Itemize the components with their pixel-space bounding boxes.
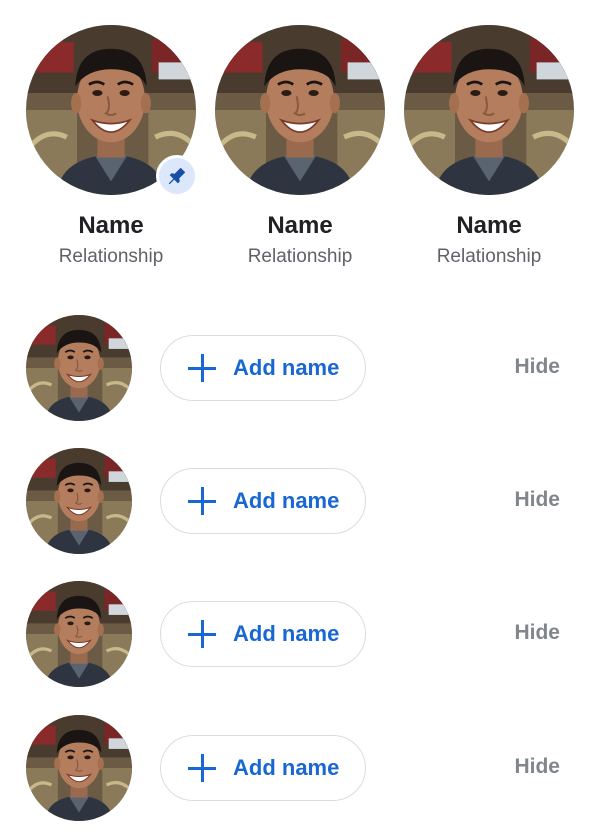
hide-button[interactable]: Hide	[514, 755, 560, 779]
featured-person-2[interactable]: Name Relationship	[205, 25, 395, 269]
pin-badge[interactable]	[156, 155, 198, 197]
add-name-button[interactable]: Add name	[160, 468, 366, 534]
add-name-button[interactable]: Add name	[160, 601, 366, 667]
pin-icon	[168, 167, 186, 185]
featured-people: Name Relationship Name Relationship Name…	[0, 25, 600, 285]
avatar-photo	[404, 25, 574, 195]
avatar-photo	[215, 25, 385, 195]
avatar[interactable]	[26, 315, 132, 421]
person-name: Name	[267, 212, 333, 239]
person-relationship: Relationship	[436, 246, 542, 267]
add-name-label: Add name	[233, 355, 340, 380]
avatar-photo	[26, 448, 132, 554]
list-item: Add name Hide	[0, 313, 600, 423]
add-name-label: Add name	[233, 488, 340, 513]
hide-button[interactable]: Hide	[514, 621, 560, 645]
plus-icon	[187, 619, 217, 649]
person-name: Name	[78, 212, 144, 239]
avatar[interactable]	[26, 25, 198, 197]
contacts-page: Name Relationship Name Relationship Name…	[0, 0, 600, 835]
avatar[interactable]	[404, 25, 574, 195]
add-name-button[interactable]: Add name	[160, 335, 366, 401]
list-item: Add name Hide	[0, 446, 600, 556]
add-name-button[interactable]: Add name	[160, 735, 366, 801]
person-name: Name	[456, 212, 522, 239]
person-relationship: Relationship	[58, 246, 164, 267]
avatar-photo	[26, 315, 132, 421]
plus-icon	[187, 486, 217, 516]
avatar-photo	[26, 715, 132, 821]
list-item: Add name Hide	[0, 579, 600, 689]
featured-person-1[interactable]: Name Relationship	[16, 25, 206, 269]
hide-button[interactable]: Hide	[514, 355, 560, 379]
list-item: Add name Hide	[0, 713, 600, 823]
avatar[interactable]	[26, 448, 132, 554]
person-relationship: Relationship	[247, 246, 353, 267]
hide-button[interactable]: Hide	[514, 488, 560, 512]
avatar[interactable]	[215, 25, 385, 195]
add-name-label: Add name	[233, 755, 340, 780]
featured-person-3[interactable]: Name Relationship	[394, 25, 584, 269]
avatar[interactable]	[26, 715, 132, 821]
plus-icon	[187, 753, 217, 783]
plus-icon	[187, 353, 217, 383]
add-name-label: Add name	[233, 621, 340, 646]
avatar-photo	[26, 581, 132, 687]
avatar[interactable]	[26, 581, 132, 687]
